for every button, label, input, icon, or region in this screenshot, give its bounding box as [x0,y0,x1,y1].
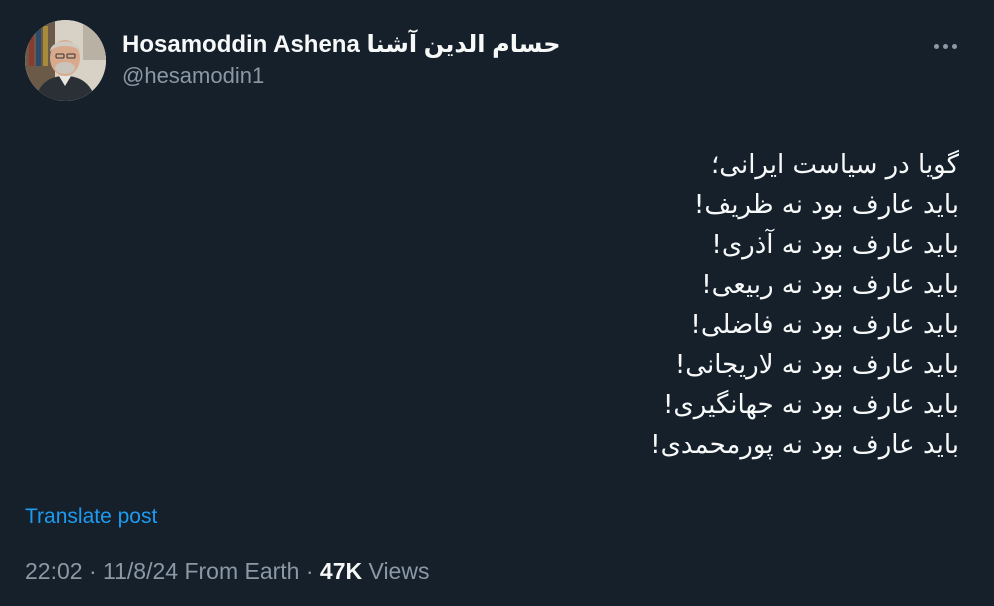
tweet-line: باید عارف بود نه لاریجانی! [674,350,959,380]
tweet-text: گویا در سیاست ایرانی؛ باید عارف بود نه ظ… [259,145,959,465]
author-block: Hosamoddin Ashena حسام الدین آشنا @hesam… [122,30,561,90]
tweet-metadata: 22:02 · 11/8/24 From Earth · 47K Views [25,558,429,585]
translate-post-link[interactable]: Translate post [25,505,157,529]
tweet-line: باید عارف بود نه ظریف! [693,190,959,220]
tweet-source: From Earth [184,558,300,584]
separator: · [299,558,320,584]
more-options-button[interactable] [930,36,962,56]
avatar[interactable] [25,20,106,101]
user-handle[interactable]: @hesamodin1 [122,62,561,90]
tweet-line: باید عارف بود نه پورمحمدی! [650,430,959,460]
more-dot [952,44,957,49]
tweet-card: Hosamoddin Ashena حسام الدین آشنا @hesam… [0,0,994,606]
tweet-line: باید عارف بود نه آذری! [711,230,959,260]
tweet-line: باید عارف بود نه فاضلی! [690,310,959,340]
views-label: Views [368,558,430,584]
tweet-time[interactable]: 22:02 [25,558,83,584]
more-dot [943,44,948,49]
display-name-latin[interactable]: Hosamoddin Ashena [122,31,360,58]
display-name[interactable]: Hosamoddin Ashena حسام الدین آشنا [122,30,561,60]
tweet-line: باید عارف بود نه جهانگیری! [662,390,959,420]
views-count[interactable]: 47K [320,558,362,584]
more-horizontal-icon [934,44,939,49]
display-name-persian[interactable]: حسام الدین آشنا [366,31,560,58]
tweet-line: باید عارف بود نه ربیعی! [701,270,959,300]
tweet-date[interactable]: 11/8/24 [103,558,178,584]
separator: · [82,558,104,584]
tweet-line: گویا در سیاست ایرانی؛ [711,150,959,180]
avatar-photo [25,20,106,101]
